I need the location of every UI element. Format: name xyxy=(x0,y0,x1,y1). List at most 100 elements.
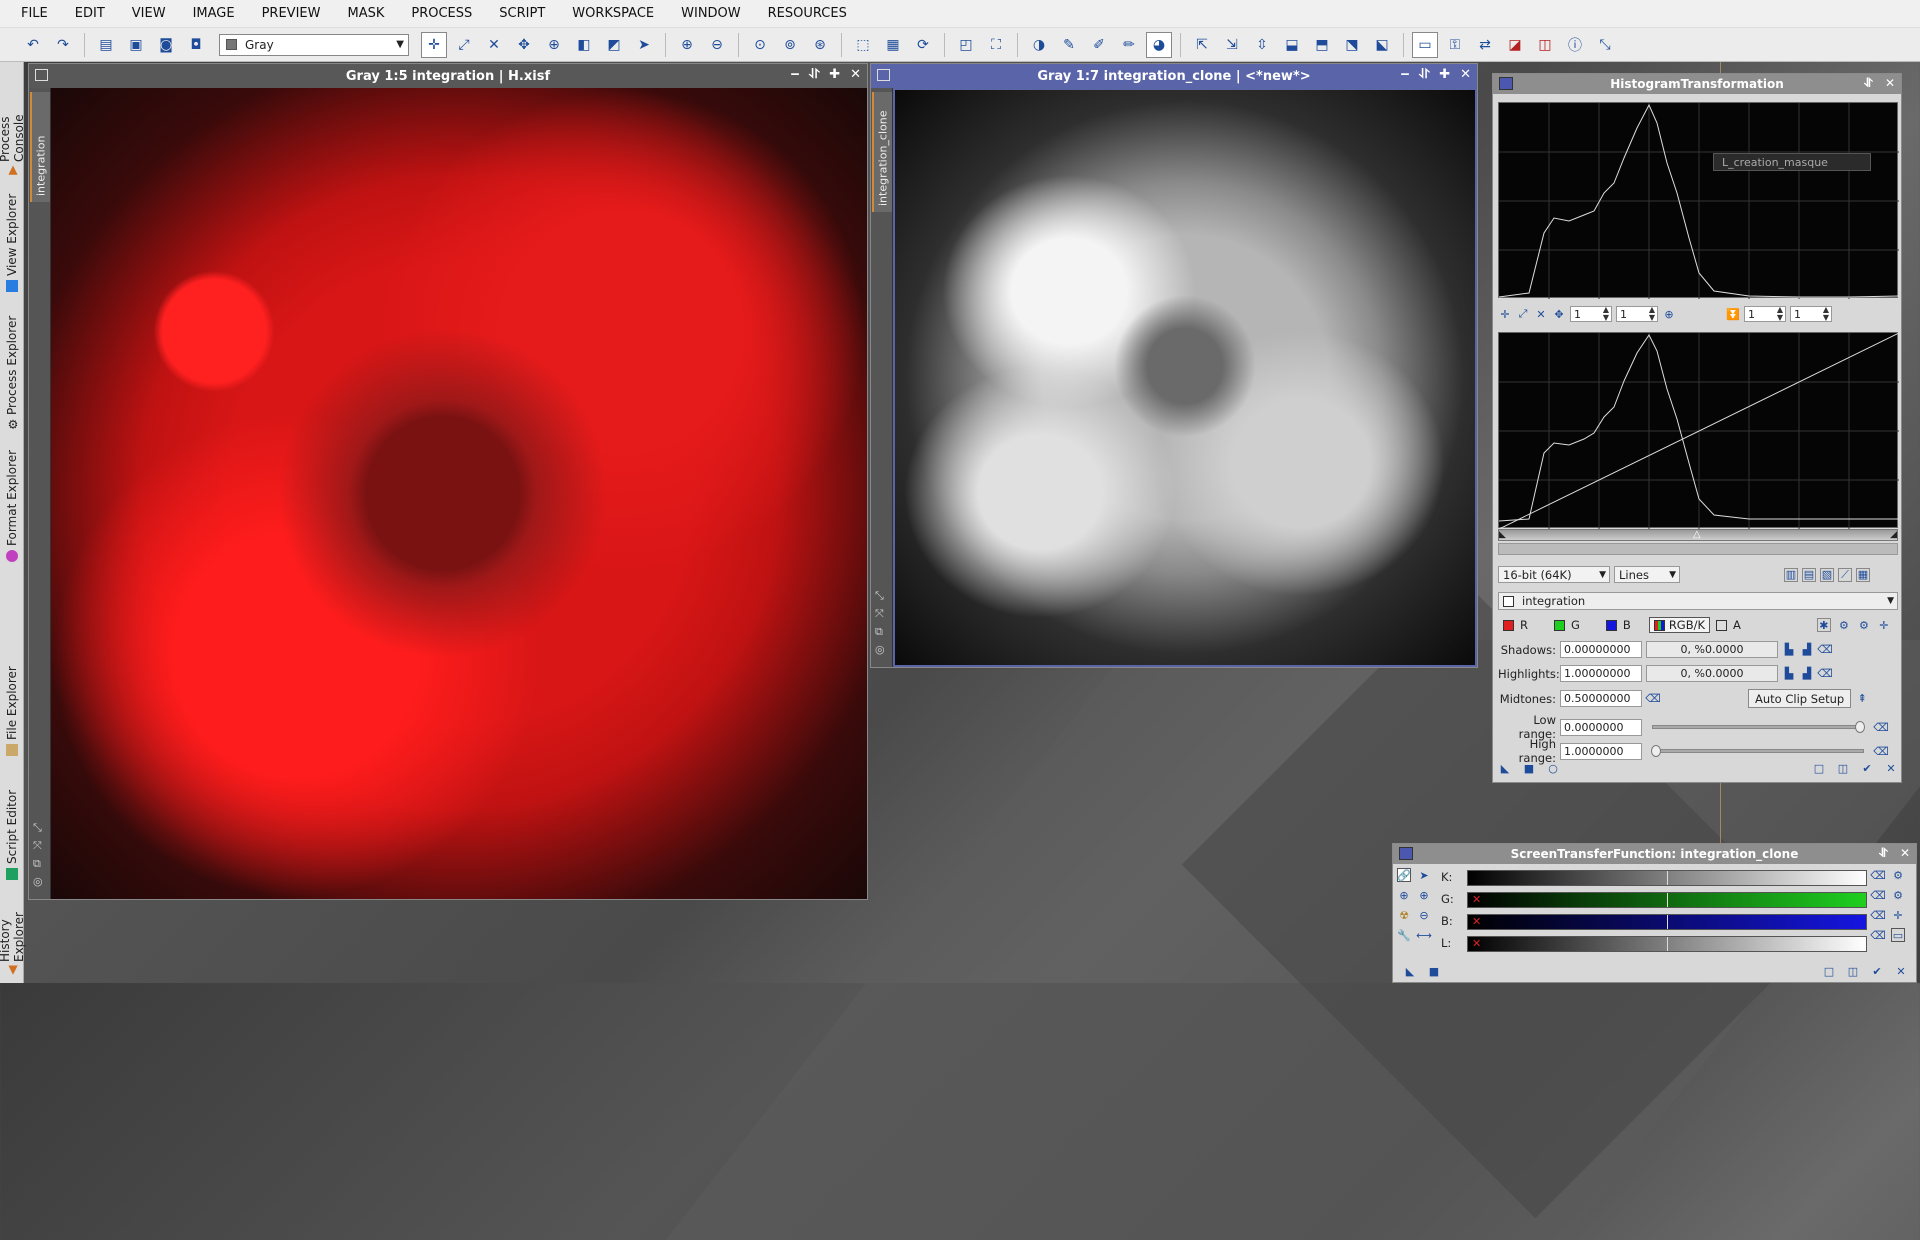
output-histogram[interactable] xyxy=(1498,332,1899,529)
close-icon[interactable]: ✕ xyxy=(1900,846,1910,861)
move-icon[interactable]: ⤧ xyxy=(875,605,885,623)
apply-global-icon[interactable]: ■ xyxy=(1522,761,1536,775)
pan-icon[interactable]: ✥ xyxy=(511,32,537,58)
reset-icon[interactable]: ⌫ xyxy=(1870,908,1886,922)
track-view-icon[interactable]: ◫ xyxy=(1846,964,1860,978)
apply-icon[interactable]: ✔ xyxy=(1860,761,1874,775)
stf-b-bar[interactable]: ✕ xyxy=(1467,914,1867,930)
image-canvas[interactable] xyxy=(51,88,867,899)
stf-disable-icon[interactable]: ◫ xyxy=(1532,32,1558,58)
output-range-slider[interactable] xyxy=(1498,543,1898,555)
window-menu-icon[interactable] xyxy=(877,69,890,81)
browse-documentation-icon[interactable]: □ xyxy=(1812,761,1826,775)
undo-icon[interactable]: ↶ xyxy=(20,32,46,58)
histogram-mode-3-icon[interactable]: ▧ xyxy=(1820,567,1834,582)
channel-red-swatch[interactable] xyxy=(1503,619,1514,631)
shadows-input[interactable]: 0.00000000 xyxy=(1560,641,1642,658)
grid-icon[interactable]: ▦ xyxy=(1856,567,1870,582)
zoom-horizontal-input[interactable]: 1 ▲ ▼ xyxy=(1570,306,1612,322)
view-tab-integration-clone[interactable]: integration_clone xyxy=(872,92,892,212)
minimize-icon[interactable]: ‒ xyxy=(790,67,799,82)
mask-show-icon[interactable]: ◕ xyxy=(1146,31,1172,58)
real-time-preview-icon[interactable]: ○ xyxy=(1546,761,1560,775)
menu-script[interactable]: SCRIPT xyxy=(486,6,559,21)
midtones-handle-icon[interactable]: △ xyxy=(1693,529,1701,540)
shadows-auto-icon[interactable]: ▙ xyxy=(1782,643,1796,657)
browse-documentation-icon[interactable]: □ xyxy=(1822,964,1836,978)
reset-icon[interactable]: ⌫ xyxy=(1870,888,1886,902)
highlights-handle-icon[interactable]: ◢ xyxy=(1890,530,1897,540)
image-canvas[interactable] xyxy=(893,88,1477,667)
highlights-auto-icon[interactable]: ▙ xyxy=(1782,667,1796,681)
pointer-icon[interactable]: ⤡ xyxy=(33,819,43,837)
link-icon[interactable]: 🔗 xyxy=(1397,868,1411,882)
zoom-out-icon[interactable]: ⊖ xyxy=(704,32,730,58)
low-range-slider[interactable] xyxy=(1652,721,1865,733)
close-icon[interactable]: ✕ xyxy=(1885,76,1895,91)
gear-icon[interactable]: ⚙ xyxy=(1837,618,1851,632)
settings-icon[interactable]: ⚙ xyxy=(1891,888,1905,902)
zoom-1-1-icon[interactable]: ⊙ xyxy=(747,32,773,58)
output-zoom-horizontal-input[interactable]: 1 ▲ ▼ xyxy=(1744,306,1786,322)
process-icon-3[interactable]: ⇳ xyxy=(1249,32,1275,58)
sidebar-tab-view-explorer[interactable]: View Explorer xyxy=(0,190,24,310)
stf-auto-icon[interactable]: ⇄ xyxy=(1472,32,1498,58)
input-histogram[interactable]: L_creation_masque xyxy=(1498,102,1899,299)
cross-icon[interactable]: ✱ xyxy=(1816,618,1831,632)
high-range-input[interactable]: 1.0000000 xyxy=(1560,742,1642,760)
zoom-out-icon[interactable]: ⊖ xyxy=(1417,908,1431,922)
screen-icon[interactable]: ▭ xyxy=(1891,928,1905,942)
save-icon[interactable]: ◙ xyxy=(153,32,179,58)
view-tab-integration[interactable]: integration xyxy=(30,92,50,202)
close-icon[interactable]: ✕ xyxy=(850,67,861,82)
tool-titlebar[interactable]: ScreenTransferFunction: integration_clon… xyxy=(1393,844,1916,864)
target-icon[interactable]: ◎ xyxy=(875,641,885,659)
menu-resources[interactable]: RESOURCES xyxy=(755,6,861,21)
sidebar-tab-history-explorer[interactable]: ▲ History Explorer xyxy=(0,890,26,982)
menu-window[interactable]: WINDOW xyxy=(668,6,755,21)
redo-icon[interactable]: ↷ xyxy=(50,32,76,58)
process-icon-4[interactable]: ⬓ xyxy=(1279,32,1305,58)
menu-preview[interactable]: PREVIEW xyxy=(249,6,335,21)
image-window-integration[interactable]: Gray 1:5 integration | H.xisf ‒ ⥯ ✚ ✕ integ… xyxy=(28,63,868,900)
wrench-icon[interactable]: 🔧 xyxy=(1397,928,1411,942)
apply-icon[interactable]: ✔ xyxy=(1870,964,1884,978)
channel-green-swatch[interactable] xyxy=(1554,619,1565,631)
auto-clip-setup-button[interactable]: Auto Clip Setup xyxy=(1748,689,1852,708)
process-icon-1[interactable]: ⇱ xyxy=(1189,32,1215,58)
stf-link-icon[interactable]: ⚿ xyxy=(1442,32,1468,58)
minimize-icon[interactable]: ‒ xyxy=(1400,67,1409,82)
channel-down-icon[interactable]: ⏬ xyxy=(1726,307,1740,321)
mask-invert-icon[interactable]: ✐ xyxy=(1086,32,1112,58)
mask-remove-icon[interactable]: ✏ xyxy=(1116,32,1142,58)
maximize-icon[interactable]: ✚ xyxy=(829,67,840,82)
reset-all-icon[interactable]: ✕ xyxy=(1894,964,1908,978)
crosshair-icon[interactable]: ✛ xyxy=(1891,908,1905,922)
shade-icon[interactable]: ⥯ xyxy=(1879,846,1888,861)
maximize-icon[interactable]: ✚ xyxy=(1439,67,1450,82)
stf-g-bar[interactable]: ✕ xyxy=(1467,892,1867,908)
zoom-in-icon[interactable]: ⊕ xyxy=(1397,888,1411,902)
center-icon[interactable]: ⊕ xyxy=(541,32,567,58)
image-window-titlebar[interactable]: Gray 1:5 integration | H.xisf ‒ ⥯ ✚ ✕ xyxy=(29,64,867,88)
view-selector[interactable]: Gray ▼ xyxy=(219,33,409,56)
shade-icon[interactable]: ⥯ xyxy=(810,67,820,82)
shadows-handle-icon[interactable]: ◣ xyxy=(1499,530,1506,540)
menu-image[interactable]: IMAGE xyxy=(180,6,249,21)
low-range-input[interactable]: 0.0000000 xyxy=(1560,718,1642,736)
new-preview-icon[interactable]: ◰ xyxy=(953,32,979,58)
zoom-in-icon[interactable]: ⊕ xyxy=(674,32,700,58)
resolution-select[interactable]: 16-bit (64K) ▼ xyxy=(1498,566,1610,583)
zoom-reset-icon[interactable]: ✕ xyxy=(1534,307,1548,321)
pan-icon[interactable]: ⟷ xyxy=(1416,928,1432,942)
channel-blue-swatch[interactable] xyxy=(1605,619,1617,631)
crosshair-icon[interactable]: ✛ xyxy=(421,31,447,58)
tool-titlebar[interactable]: HistogramTransformation ⥯ ✕ xyxy=(1493,74,1901,94)
sidebar-tab-file-explorer[interactable]: File Explorer xyxy=(0,662,24,784)
cross-icon[interactable]: ✛ xyxy=(1498,307,1512,321)
copy-icon[interactable]: ⧉ xyxy=(33,855,43,873)
apply-global-icon[interactable]: ■ xyxy=(1427,964,1441,978)
preview-mode-icon[interactable]: ◩ xyxy=(601,32,627,58)
channel-rgbk-toggle[interactable]: RGB/K xyxy=(1648,617,1711,633)
close-image-icon[interactable]: ◘ xyxy=(183,32,209,58)
